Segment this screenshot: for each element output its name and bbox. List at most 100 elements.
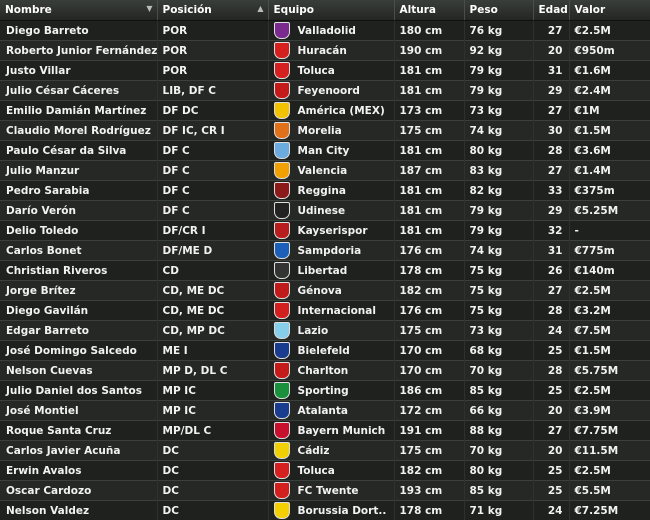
player-name[interactable]: Roque Santa Cruz	[0, 421, 157, 441]
table-row[interactable]: Carlos BonetDF/ME DSampdoria176 cm74 kg3…	[0, 241, 650, 261]
table-row[interactable]: Roque Santa CruzMP/DL CBayern Munich191 …	[0, 421, 650, 441]
player-club-cell[interactable]: Valladolid	[268, 21, 394, 41]
player-club-cell[interactable]: Reggina	[268, 181, 394, 201]
club-crest-icon	[274, 402, 290, 419]
player-club-cell[interactable]: Atalanta	[268, 401, 394, 421]
table-row[interactable]: Julio César CáceresLIB, DF CFeyenoord181…	[0, 81, 650, 101]
player-club-cell[interactable]: Internacional	[268, 301, 394, 321]
player-name[interactable]: Carlos Bonet	[0, 241, 157, 261]
column-header-equipo[interactable]: Equipo	[268, 0, 394, 21]
player-name[interactable]: Delio Toledo	[0, 221, 157, 241]
player-name[interactable]: Nelson Valdez	[0, 501, 157, 520]
table-row[interactable]: Diego GavilánCD, ME DCInternacional176 c…	[0, 301, 650, 321]
player-club-cell[interactable]: Bayern Munich	[268, 421, 394, 441]
player-club-cell[interactable]: Man City	[268, 141, 394, 161]
column-header-nombre[interactable]: Nombre▼	[0, 0, 157, 21]
table-row[interactable]: Emilio Damián MartínezDF DCAmérica (MEX)…	[0, 101, 650, 121]
player-club-cell[interactable]: Udinese	[268, 201, 394, 221]
player-age: 28	[533, 361, 569, 381]
player-club-cell[interactable]: Feyenoord	[268, 81, 394, 101]
table-row[interactable]: Carlos Javier AcuñaDCCádiz175 cm70 kg20€…	[0, 441, 650, 461]
player-name[interactable]: Nelson Cuevas	[0, 361, 157, 381]
table-row[interactable]: Justo VillarPORToluca181 cm79 kg31€1.6M	[0, 61, 650, 81]
player-club-cell[interactable]: Bielefeld	[268, 341, 394, 361]
table-row[interactable]: Oscar CardozoDCFC Twente193 cm85 kg25€5.…	[0, 481, 650, 501]
player-club-cell[interactable]: Valencia	[268, 161, 394, 181]
player-name[interactable]: Roberto Junior Fernández	[0, 41, 157, 61]
table-row[interactable]: Julio ManzurDF CValencia187 cm83 kg27€1.…	[0, 161, 650, 181]
player-club-cell[interactable]: Kayserispor	[268, 221, 394, 241]
player-club-cell[interactable]: FC Twente	[268, 481, 394, 501]
player-name[interactable]: Justo Villar	[0, 61, 157, 81]
player-position: DC	[157, 441, 268, 461]
table-row[interactable]: Roberto Junior FernándezPORHuracán190 cm…	[0, 41, 650, 61]
table-row[interactable]: Diego BarretoPORValladolid180 cm76 kg27€…	[0, 21, 650, 41]
player-height: 172 cm	[394, 401, 464, 421]
player-name[interactable]: Pedro Sarabia	[0, 181, 157, 201]
player-club-cell[interactable]: Morelia	[268, 121, 394, 141]
player-club-cell[interactable]: Toluca	[268, 461, 394, 481]
table-row[interactable]: Erwin AvalosDCToluca182 cm80 kg25€2.5M	[0, 461, 650, 481]
player-name[interactable]: Diego Gavilán	[0, 301, 157, 321]
column-header-posicion[interactable]: Posición▲	[157, 0, 268, 21]
player-club-cell[interactable]: Lazio	[268, 321, 394, 341]
player-club-cell[interactable]: Borussia Dort..	[268, 501, 394, 520]
player-name[interactable]: Carlos Javier Acuña	[0, 441, 157, 461]
column-header-peso[interactable]: Peso	[464, 0, 533, 21]
player-club-cell[interactable]: Sporting	[268, 381, 394, 401]
club-crest-icon	[274, 242, 290, 259]
player-name[interactable]: Erwin Avalos	[0, 461, 157, 481]
player-club-cell[interactable]: Huracán	[268, 41, 394, 61]
player-club-cell[interactable]: Sampdoria	[268, 241, 394, 261]
table-row[interactable]: Jorge BrítezCD, ME DCGénova182 cm75 kg27…	[0, 281, 650, 301]
player-weight: 92 kg	[464, 41, 533, 61]
player-club-cell[interactable]: Génova	[268, 281, 394, 301]
club-crest-icon	[274, 342, 290, 359]
table-row[interactable]: Paulo César da SilvaDF CMan City181 cm80…	[0, 141, 650, 161]
player-club-cell[interactable]: América (MEX)	[268, 101, 394, 121]
player-club-cell[interactable]: Charlton	[268, 361, 394, 381]
table-row[interactable]: Pedro SarabiaDF CReggina181 cm82 kg33€37…	[0, 181, 650, 201]
table-row[interactable]: José Domingo SalcedoME IBielefeld170 cm6…	[0, 341, 650, 361]
table-row[interactable]: Claudio Morel RodríguezDF IC, CR IMoreli…	[0, 121, 650, 141]
player-name[interactable]: Diego Barreto	[0, 21, 157, 41]
table-row[interactable]: Edgar BarretoCD, MP DCLazio175 cm73 kg24…	[0, 321, 650, 341]
sort-ascending-icon: ▲	[257, 4, 263, 13]
player-club-cell[interactable]: Toluca	[268, 61, 394, 81]
player-name[interactable]: José Domingo Salcedo	[0, 341, 157, 361]
player-name[interactable]: Darío Verón	[0, 201, 157, 221]
table-row[interactable]: Delio ToledoDF/CR IKayserispor181 cm79 k…	[0, 221, 650, 241]
table-row[interactable]: Nelson CuevasMP D, DL CCharlton170 cm70 …	[0, 361, 650, 381]
player-name[interactable]: Oscar Cardozo	[0, 481, 157, 501]
player-name[interactable]: José Montiel	[0, 401, 157, 421]
table-row[interactable]: Christian RiverosCDLibertad178 cm75 kg26…	[0, 261, 650, 281]
player-name[interactable]: Julio Manzur	[0, 161, 157, 181]
player-club-cell[interactable]: Cádiz	[268, 441, 394, 461]
table-row[interactable]: José MontielMP ICAtalanta172 cm66 kg20€3…	[0, 401, 650, 421]
player-name[interactable]: Julio César Cáceres	[0, 81, 157, 101]
column-header-label: Altura	[400, 4, 436, 16]
player-club-cell[interactable]: Libertad	[268, 261, 394, 281]
table-row[interactable]: Darío VerónDF CUdinese181 cm79 kg29€5.25…	[0, 201, 650, 221]
player-weight: 85 kg	[464, 481, 533, 501]
column-header-edad[interactable]: Edad	[533, 0, 569, 21]
column-header-valor[interactable]: Valor	[569, 0, 650, 21]
player-name[interactable]: Paulo César da Silva	[0, 141, 157, 161]
table-row[interactable]: Nelson ValdezDCBorussia Dort..178 cm71 k…	[0, 501, 650, 520]
player-height: 190 cm	[394, 41, 464, 61]
player-weight: 82 kg	[464, 181, 533, 201]
player-name[interactable]: Claudio Morel Rodríguez	[0, 121, 157, 141]
table-row[interactable]: Julio Daniel dos SantosMP ICSporting186 …	[0, 381, 650, 401]
player-age: 31	[533, 61, 569, 81]
player-name[interactable]: Christian Riveros	[0, 261, 157, 281]
column-header-altura[interactable]: Altura	[394, 0, 464, 21]
player-name[interactable]: Emilio Damián Martínez	[0, 101, 157, 121]
player-name[interactable]: Edgar Barreto	[0, 321, 157, 341]
player-club: América (MEX)	[298, 105, 385, 117]
club-crest-icon	[274, 362, 290, 379]
player-weight: 79 kg	[464, 201, 533, 221]
player-name[interactable]: Jorge Brítez	[0, 281, 157, 301]
player-position: DF/CR I	[157, 221, 268, 241]
player-name[interactable]: Julio Daniel dos Santos	[0, 381, 157, 401]
player-age: 27	[533, 21, 569, 41]
